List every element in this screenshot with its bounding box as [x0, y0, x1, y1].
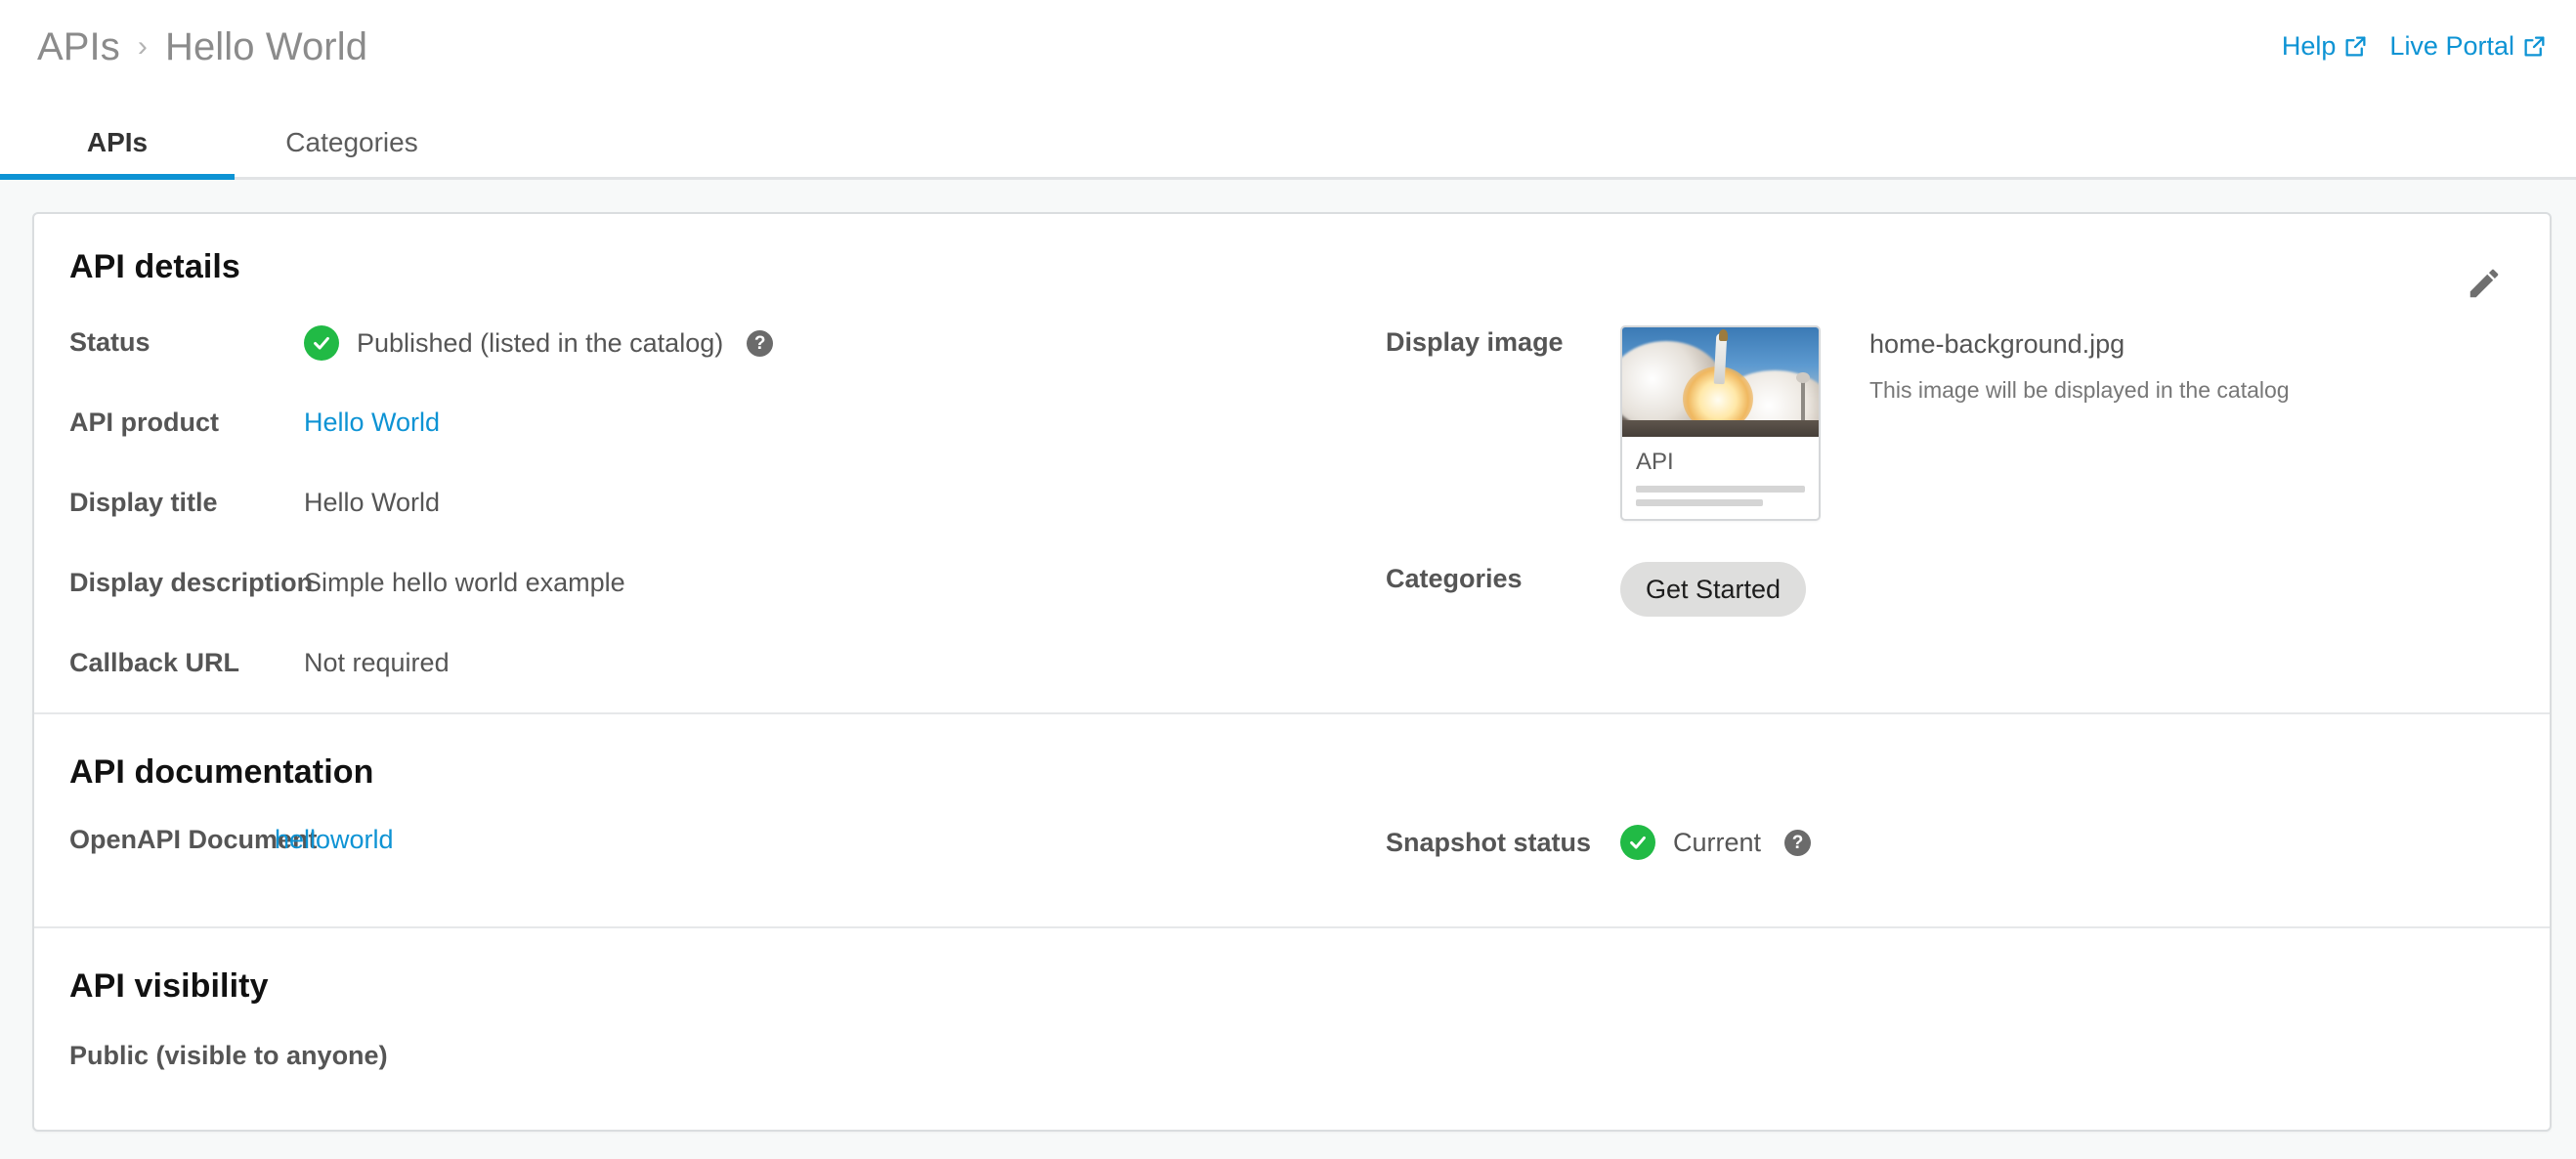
callback-url-label: Callback URL [69, 648, 240, 677]
snapshot-status-text: Current [1673, 827, 1762, 857]
live-portal-link[interactable]: Live Portal [2389, 31, 2547, 62]
tab-apis[interactable]: APIs [0, 121, 235, 180]
live-portal-link-label: Live Portal [2389, 31, 2514, 61]
help-link[interactable]: Help [2282, 31, 2369, 62]
tab-apis-label: APIs [86, 127, 149, 157]
thumbnail-placeholder-bar [1636, 499, 1763, 506]
external-link-icon [2343, 34, 2368, 59]
api-visibility-section: API visibility Public (visible to anyone… [34, 926, 2550, 1130]
help-link-label: Help [2281, 31, 2337, 61]
snapshot-status-value: Current ? [1620, 825, 1812, 860]
status-value: Published (listed in the catalog) ? [304, 325, 774, 361]
snapshot-status-row: Snapshot status Current ? [1340, 825, 2464, 860]
external-link-icon [2522, 34, 2547, 59]
check-circle-icon [1620, 825, 1655, 860]
page-body: API details Status Published (listed in … [0, 180, 2576, 1159]
status-help-icon[interactable]: ? [747, 329, 774, 357]
categories-label: Categories [1386, 564, 1523, 593]
rocket-launch-photo [1622, 327, 1819, 437]
display-image-label: Display image [1386, 327, 1564, 357]
openapi-document-link[interactable]: helloworld [275, 825, 394, 860]
api-product-link[interactable]: Hello World [304, 406, 440, 438]
callback-url-value: Not required [304, 648, 450, 677]
chevron-right-icon: › [137, 29, 148, 63]
display-image-thumbnail[interactable]: API [1620, 325, 1821, 521]
breadcrumb-root-link[interactable]: APIs [37, 25, 120, 69]
api-details-title: API details [69, 248, 240, 285]
detail-row-status: Status Published (listed in the catalog)… [69, 325, 1340, 406]
tab-bar: APIs Categories [0, 115, 2576, 180]
display-title-label: Display title [69, 488, 218, 517]
snapshot-status-label: Snapshot status [1386, 827, 1592, 857]
detail-row-display-image: Display image API home-background.jpg Th… [1386, 325, 2464, 521]
category-chip-get-started[interactable]: Get Started [1620, 562, 1807, 617]
detail-row-categories: Categories Get Started [1386, 562, 2464, 617]
api-detail-card: API details Status Published (listed in … [32, 212, 2552, 1132]
snapshot-help-icon[interactable]: ? [1784, 829, 1812, 856]
status-text: Published (listed in the catalog) [357, 327, 724, 358]
display-description-label: Display description [69, 568, 314, 597]
openapi-document-label: OpenAPI Document [69, 825, 318, 854]
detail-row-api-product: API product Hello World [69, 406, 1340, 486]
thumbnail-meta: API [1622, 437, 1819, 506]
header-links: Help Live Portal [2282, 31, 2547, 62]
display-image-info: home-background.jpg This image will be d… [1869, 325, 2290, 404]
api-documentation-section: API documentation OpenAPI Document hello… [34, 712, 2550, 926]
openapi-document-row: OpenAPI Document helloworld [69, 825, 1340, 860]
thumbnail-placeholder-bar [1636, 486, 1805, 493]
api-detail-page: APIs › Hello World Help Live Portal APIs… [0, 0, 2576, 1159]
breadcrumb-current: Hello World [164, 25, 368, 68]
api-product-label: API product [69, 408, 219, 437]
api-visibility-value: Public (visible to anyone) [69, 1041, 388, 1070]
api-documentation-title: API documentation [69, 753, 374, 791]
api-visibility-title: API visibility [69, 967, 269, 1005]
check-circle-icon [304, 325, 339, 361]
detail-row-display-title: Display title Hello World [69, 486, 1340, 566]
edit-button[interactable] [2462, 261, 2507, 306]
api-details-section: API details Status Published (listed in … [34, 214, 2550, 712]
categories-chip-list: Get Started [1620, 562, 1807, 617]
pencil-icon [2466, 265, 2503, 302]
tab-categories-label: Categories [285, 127, 418, 157]
display-image-block: API home-background.jpg This image will … [1620, 325, 2290, 521]
thumbnail-title: API [1636, 449, 1674, 475]
tab-categories[interactable]: Categories [235, 121, 469, 177]
api-details-left-column: Status Published (listed in the catalog)… [69, 286, 1340, 726]
display-description-value: Simple hello world example [304, 568, 625, 597]
page-header: APIs › Hello World Help Live Portal [0, 0, 2576, 115]
display-image-filename: home-background.jpg [1869, 329, 2125, 359]
status-label: Status [69, 327, 150, 357]
detail-row-display-description: Display description Simple hello world e… [69, 566, 1340, 646]
breadcrumb: APIs › Hello World [37, 25, 367, 69]
display-title-value: Hello World [304, 488, 441, 517]
api-details-right-column: Display image API home-background.jpg Th… [1340, 286, 2464, 726]
display-image-hint: This image will be displayed in the cata… [1869, 377, 2290, 403]
